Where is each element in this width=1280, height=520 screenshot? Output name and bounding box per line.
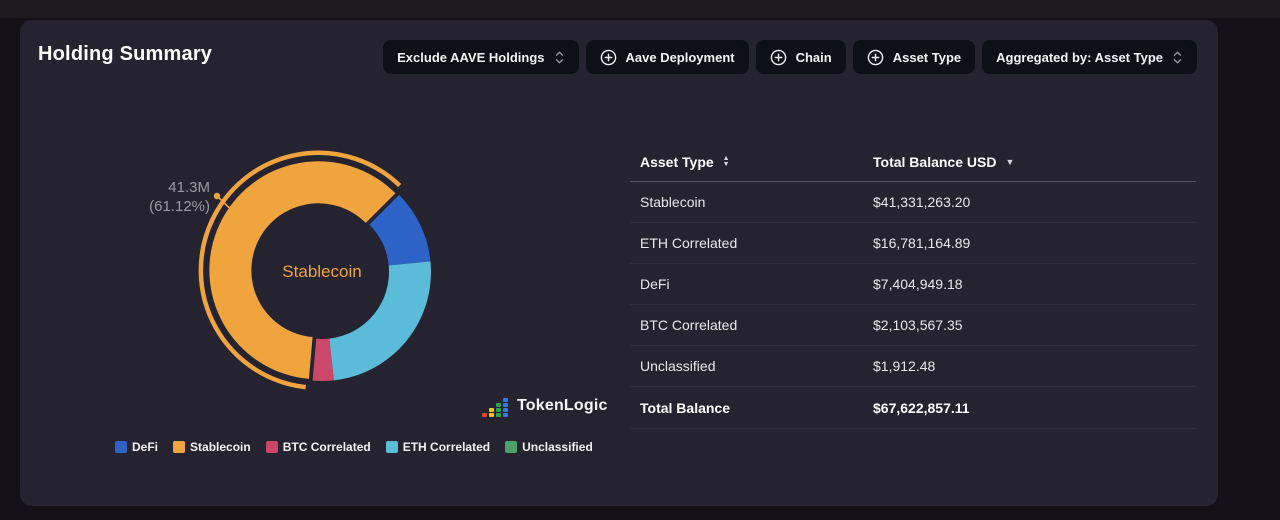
asset-type-cell: DeFi [630, 276, 873, 292]
add-aave-deployment-label: Aave Deployment [626, 50, 735, 65]
chart-legend: DeFi Stablecoin BTC Correlated ETH Correlat… [115, 440, 593, 454]
sort-both-icon: ▲▼ [723, 156, 730, 168]
plus-circle-icon [770, 49, 787, 66]
toolbar: Exclude AAVE Holdings Aave Deployment Ch… [383, 40, 1197, 74]
table-total-row: Total Balance $67,622,857.11 [630, 387, 1196, 429]
plus-circle-icon [600, 49, 617, 66]
legend-label: Unclassified [522, 440, 593, 454]
callout-dot [214, 193, 220, 199]
chevron-updown-icon [554, 50, 565, 65]
chevron-updown-icon [1172, 50, 1183, 65]
top-strip [0, 0, 1280, 18]
table-row: Stablecoin$41,331,263.20 [630, 182, 1196, 223]
legend-label: ETH Correlated [403, 440, 490, 454]
asset-type-header-label: Asset Type [640, 154, 714, 170]
donut-center-label: Stablecoin [282, 262, 361, 282]
table-row: ETH Correlated$16,781,164.89 [630, 223, 1196, 264]
column-header-total-balance[interactable]: Total Balance USD ▼ [873, 154, 1196, 170]
legend-swatch [386, 441, 398, 453]
balance-cell: $7,404,949.18 [873, 276, 1196, 292]
asset-type-cell: BTC Correlated [630, 317, 873, 333]
asset-type-cell: Stablecoin [630, 194, 873, 210]
asset-type-cell: Unclassified [630, 358, 873, 374]
balance-cell: $16,781,164.89 [873, 235, 1196, 251]
table-row: BTC Correlated$2,103,567.35 [630, 305, 1196, 346]
add-chain-button[interactable]: Chain [756, 40, 846, 74]
plus-circle-icon [867, 49, 884, 66]
table-row: DeFi$7,404,949.18 [630, 264, 1196, 305]
sort-desc-icon: ▼ [1005, 157, 1014, 167]
balance-cell: $1,912.48 [873, 358, 1196, 374]
page-title: Holding Summary [38, 43, 212, 66]
legend-label: DeFi [132, 440, 158, 454]
add-asset-type-button[interactable]: Asset Type [853, 40, 975, 74]
add-aave-deployment-button[interactable]: Aave Deployment [586, 40, 749, 74]
legend-item-eth-correlated[interactable]: ETH Correlated [386, 440, 490, 454]
total-balance-header-label: Total Balance USD [873, 154, 996, 170]
legend-item-unclassified[interactable]: Unclassified [505, 440, 593, 454]
exclude-aave-holdings-dropdown[interactable]: Exclude AAVE Holdings [383, 40, 578, 74]
table-header-row: Asset Type ▲▼ Total Balance USD ▼ [630, 143, 1196, 182]
legend-swatch [266, 441, 278, 453]
holdings-table: Asset Type ▲▼ Total Balance USD ▼ Stable… [630, 143, 1196, 429]
legend-item-btc-correlated[interactable]: BTC Correlated [266, 440, 371, 454]
legend-swatch [173, 441, 185, 453]
legend-swatch [505, 441, 517, 453]
exclude-aave-holdings-label: Exclude AAVE Holdings [397, 50, 544, 65]
legend-item-stablecoin[interactable]: Stablecoin [173, 440, 251, 454]
table-row: Unclassified$1,912.48 [630, 346, 1196, 387]
add-chain-label: Chain [796, 50, 832, 65]
column-header-asset-type[interactable]: Asset Type ▲▼ [630, 154, 873, 170]
tokenlogic-logo: TokenLogic [482, 394, 608, 418]
balance-cell: $2,103,567.35 [873, 317, 1196, 333]
tokenlogic-bar-chart-icon [482, 394, 510, 418]
legend-label: BTC Correlated [283, 440, 371, 454]
table-body: Stablecoin$41,331,263.20ETH Correlated$1… [630, 182, 1196, 387]
brand-name: TokenLogic [517, 397, 608, 415]
total-value-cell: $67,622,857.11 [873, 400, 1196, 416]
legend-swatch [115, 441, 127, 453]
legend-label: Stablecoin [190, 440, 251, 454]
legend-item-defi[interactable]: DeFi [115, 440, 158, 454]
holding-summary-card: Holding Summary Exclude AAVE Holdings Aa… [20, 20, 1218, 506]
aggregated-by-label: Aggregated by: Asset Type [996, 50, 1163, 65]
asset-type-cell: ETH Correlated [630, 235, 873, 251]
total-label-cell: Total Balance [630, 400, 873, 416]
balance-cell: $41,331,263.20 [873, 194, 1196, 210]
aggregated-by-dropdown[interactable]: Aggregated by: Asset Type [982, 40, 1197, 74]
add-asset-type-label: Asset Type [893, 50, 961, 65]
